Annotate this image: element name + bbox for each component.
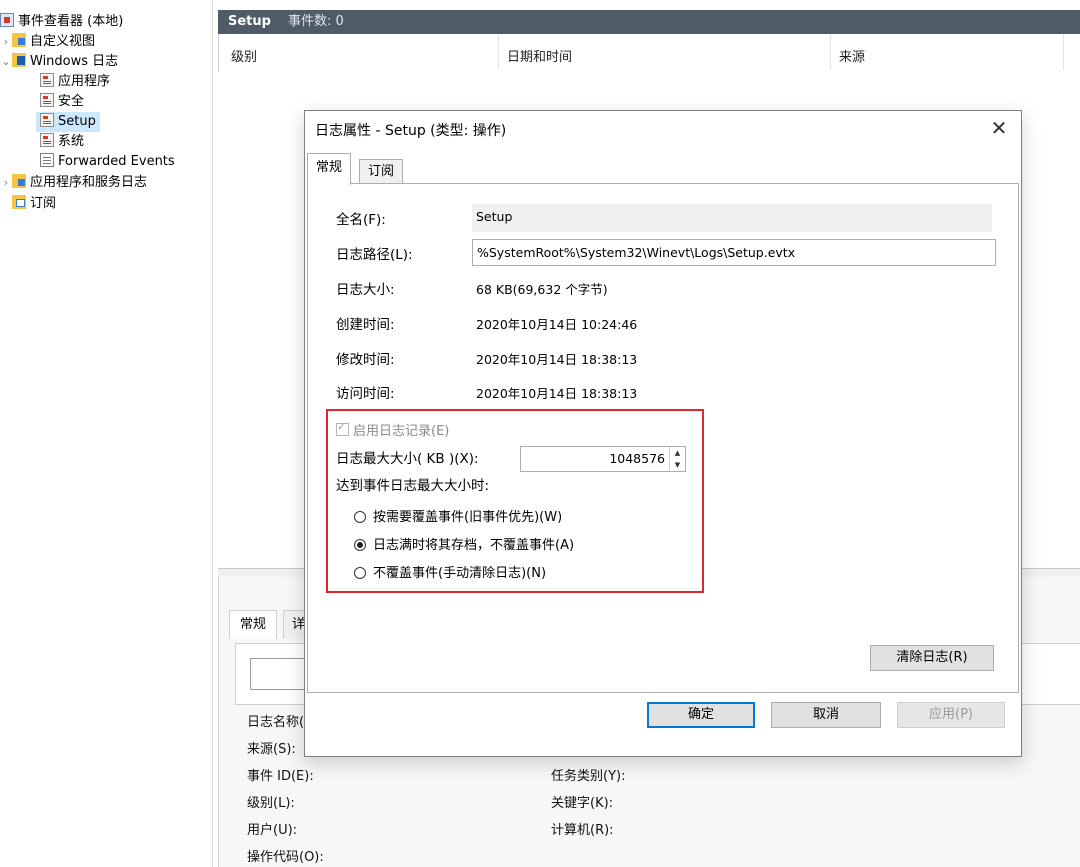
checkbox-icon[interactable] — [336, 420, 349, 436]
log-icon — [40, 113, 54, 127]
max-size-stepper[interactable]: 1048576 ▲ ▼ — [520, 446, 686, 472]
tree-item-label: 应用程序和服务日志 — [30, 175, 148, 190]
column-header-level[interactable]: 级别 — [231, 46, 257, 65]
radio-no-overwrite[interactable]: 不覆盖事件(手动清除日志)(N) — [354, 562, 546, 581]
event-viewer-icon — [0, 13, 14, 27]
chevron-right-icon[interactable]: › — [0, 173, 12, 193]
event-count: 事件数: 0 — [288, 14, 344, 29]
tree-item-forwarded-events[interactable]: Forwarded Events — [40, 152, 175, 172]
tree-item-label: 系统 — [58, 134, 85, 149]
full-name-value: Setup — [476, 209, 513, 224]
radio-no-overwrite-label: 不覆盖事件(手动清除日志)(N) — [373, 566, 547, 581]
tree-root-label: 事件查看器 (本地) — [18, 14, 124, 29]
enable-logging-checkbox[interactable]: 启用日志记录(E) — [336, 420, 449, 439]
ok-button[interactable]: 确定 — [647, 702, 755, 728]
tree-item-label: 安全 — [58, 94, 85, 109]
tree-item-label: Setup — [58, 114, 96, 129]
radio-overwrite-label: 按需要覆盖事件(旧事件优先)(W) — [373, 510, 563, 525]
log-icon — [40, 73, 54, 87]
log-properties-dialog: 日志属性 - Setup (类型: 操作) ✕ 常规 订阅 全名(F): Set… — [304, 110, 1022, 757]
toolbar-strip — [0, 0, 212, 8]
tree-item-application[interactable]: 应用程序 — [40, 72, 110, 92]
log-size-value: 68 KB(69,632 个字节) — [476, 282, 608, 297]
created-label: 创建时间: — [336, 317, 395, 333]
navigation-tree: 事件查看器 (本地) › 自定义视图 ⌄ Windows 日志 应用程序 安全 Se… — [0, 0, 213, 867]
full-name-field — [472, 204, 992, 232]
chevron-right-icon[interactable]: › — [0, 32, 12, 52]
tree-item-security[interactable]: 安全 — [40, 92, 84, 112]
column-divider[interactable] — [498, 34, 499, 70]
accessed-label: 访问时间: — [336, 386, 395, 402]
tree-item-app-service-logs[interactable]: › 应用程序和服务日志 — [0, 173, 147, 193]
chevron-up-icon[interactable]: ▲ — [670, 447, 685, 459]
radio-archive[interactable]: 日志满时将其存档，不覆盖事件(A) — [354, 534, 574, 553]
field-computer: 计算机(R): — [551, 823, 614, 838]
tree-item-label: 应用程序 — [58, 74, 111, 89]
tree-item-label: 订阅 — [30, 196, 57, 211]
description-field[interactable] — [250, 658, 311, 690]
field-event-id: 事件 ID(E): — [247, 769, 314, 784]
log-icon — [40, 93, 54, 107]
column-header-datetime[interactable]: 日期和时间 — [507, 46, 572, 65]
tree-item-system[interactable]: 系统 — [40, 132, 84, 152]
log-title: Setup — [228, 14, 271, 29]
field-level: 级别(L): — [247, 796, 295, 811]
column-header-source[interactable]: 来源 — [839, 46, 865, 65]
log-path-label: 日志路径(L): — [336, 247, 413, 263]
tree-item-label: Windows 日志 — [30, 54, 119, 69]
field-keywords: 关键字(K): — [551, 796, 614, 811]
tree-item-custom-views[interactable]: › 自定义视图 — [0, 32, 95, 52]
clear-log-button[interactable]: 清除日志(R) — [870, 645, 994, 671]
modified-value: 2020年10月14日 18:38:13 — [476, 352, 638, 367]
when-max-label: 达到事件日志最大大小时: — [336, 478, 490, 494]
event-grid-header: 级别 日期和时间 来源 — [218, 34, 1080, 72]
enable-logging-label: 启用日志记录(E) — [353, 424, 450, 439]
modified-label: 修改时间: — [336, 352, 395, 368]
subscription-icon — [12, 195, 26, 209]
folder-icon — [12, 33, 26, 47]
max-size-value[interactable]: 1048576 — [609, 447, 665, 471]
field-source: 来源(S): — [247, 742, 296, 757]
log-size-label: 日志大小: — [336, 282, 395, 298]
dialog-tabs: 常规 订阅 — [305, 153, 1021, 185]
log-icon — [40, 133, 54, 147]
dialog-title: 日志属性 - Setup (类型: 操作) — [315, 123, 507, 139]
full-name-label: 全名(F): — [336, 212, 386, 228]
chevron-down-icon[interactable]: ▼ — [670, 459, 685, 471]
windows-logs-icon — [12, 53, 26, 67]
tree-root[interactable]: 事件查看器 (本地) — [0, 12, 123, 32]
field-user: 用户(U): — [247, 823, 298, 838]
detail-tab-general[interactable]: 常规 — [229, 610, 278, 639]
radio-icon[interactable] — [354, 567, 366, 579]
stepper-buttons: ▲ ▼ — [669, 447, 685, 471]
tree-item-label: 自定义视图 — [30, 34, 96, 49]
chevron-down-icon[interactable]: ⌄ — [0, 52, 12, 72]
field-task-category: 任务类别(Y): — [551, 769, 626, 784]
tree-item-subscriptions[interactable]: 订阅 — [12, 194, 56, 214]
tab-general[interactable]: 常规 — [307, 153, 352, 185]
general-tab-page: 全名(F): Setup 日志路径(L): %SystemRoot%\Syste… — [307, 183, 1019, 693]
log-path-field[interactable]: %SystemRoot%\System32\Winevt\Logs\Setup.… — [472, 239, 996, 266]
apply-button[interactable]: 应用(P) — [897, 702, 1005, 728]
accessed-value: 2020年10月14日 18:38:13 — [476, 386, 638, 401]
tree-item-label: Forwarded Events — [58, 154, 175, 169]
log-icon — [40, 153, 54, 167]
tree-item-windows-logs[interactable]: ⌄ Windows 日志 — [0, 52, 118, 72]
close-icon[interactable]: ✕ — [985, 115, 1013, 141]
folder-icon — [12, 174, 26, 188]
radio-overwrite[interactable]: 按需要覆盖事件(旧事件优先)(W) — [354, 506, 562, 525]
field-opcode: 操作代码(O): — [247, 850, 324, 865]
cancel-button[interactable]: 取消 — [771, 702, 881, 728]
field-log-name: 日志名称( — [247, 715, 305, 730]
log-title-bar: Setup 事件数: 0 — [218, 10, 1080, 34]
column-divider[interactable] — [1063, 34, 1064, 70]
tab-subscriptions[interactable]: 订阅 — [359, 159, 404, 184]
max-size-label: 日志最大大小( KB )(X): — [336, 451, 479, 467]
radio-icon[interactable] — [354, 511, 366, 523]
created-value: 2020年10月14日 10:24:46 — [476, 317, 638, 332]
tree-item-setup[interactable]: Setup — [36, 112, 100, 132]
radio-archive-label: 日志满时将其存档，不覆盖事件(A) — [373, 538, 575, 553]
column-divider[interactable] — [830, 34, 831, 70]
radio-selected-icon[interactable] — [354, 539, 366, 551]
